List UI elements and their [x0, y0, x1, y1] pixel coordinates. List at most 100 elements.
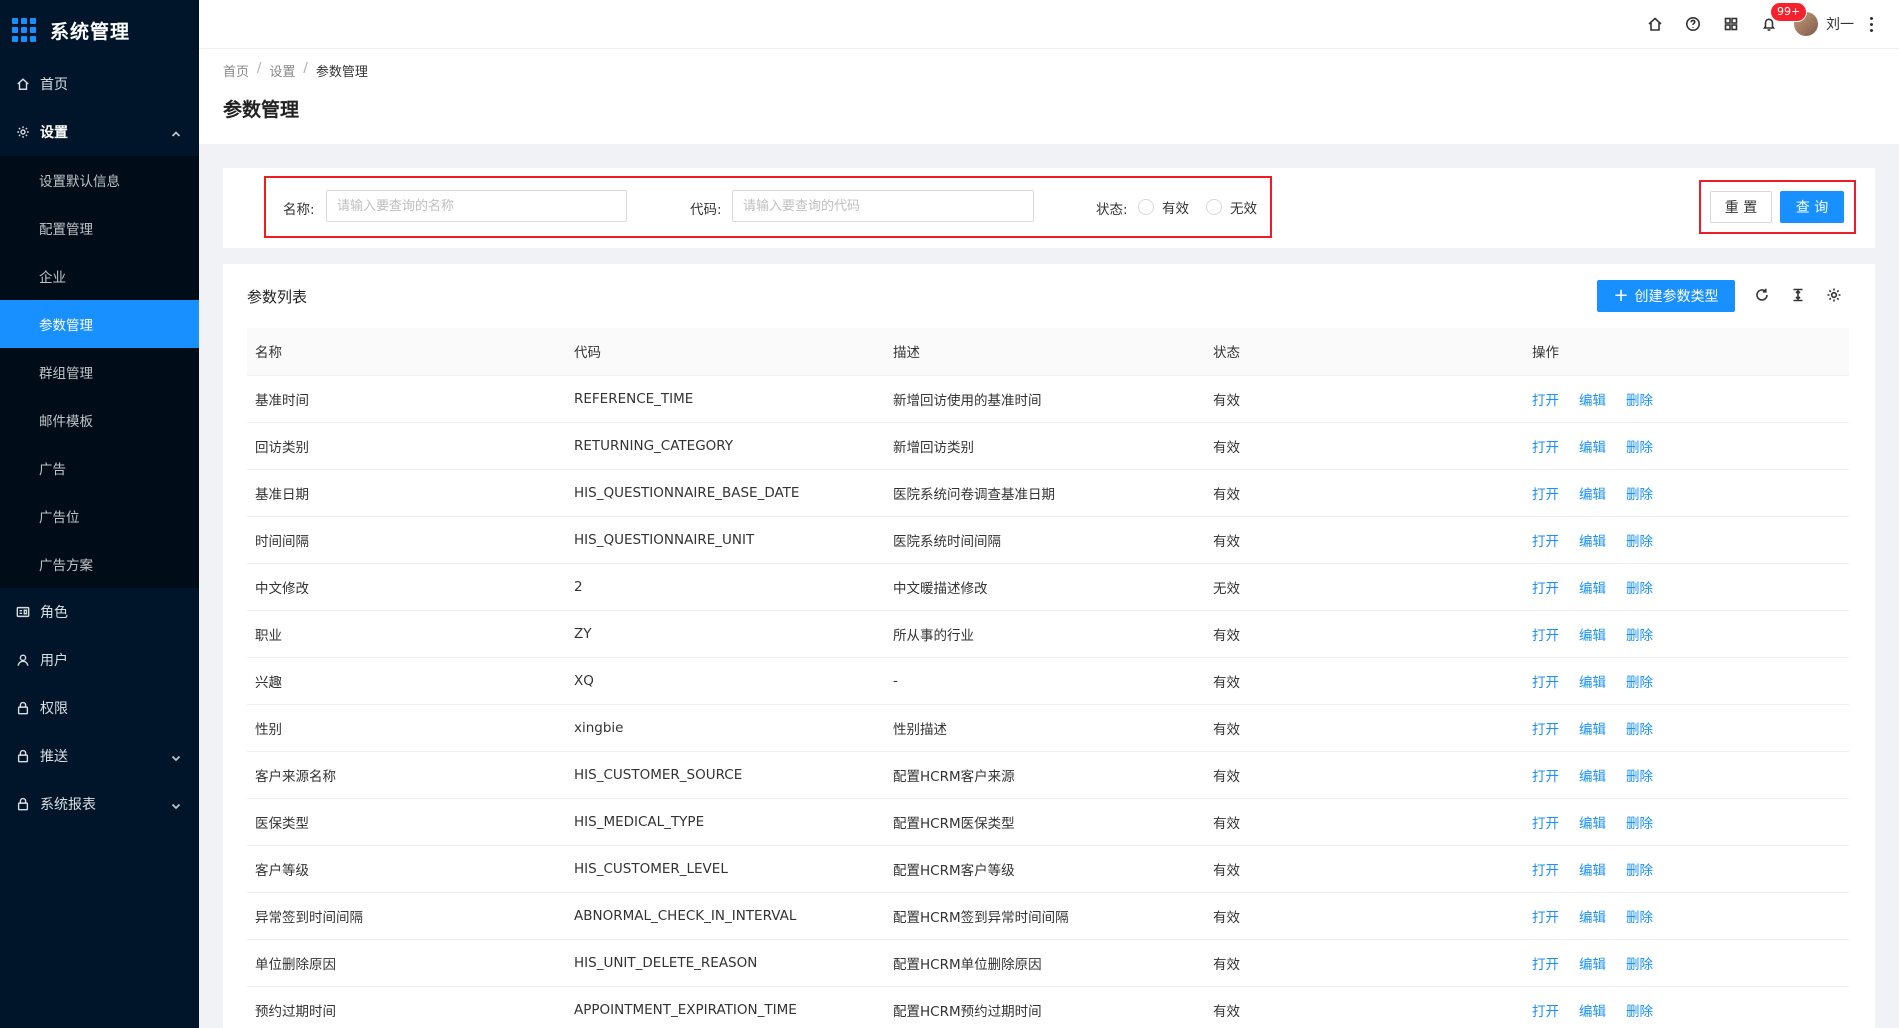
delete-link[interactable]: 删除	[1626, 769, 1653, 785]
status-radio-valid[interactable]: 有效	[1138, 197, 1189, 217]
delete-link[interactable]: 删除	[1626, 957, 1653, 973]
delete-link[interactable]: 删除	[1626, 628, 1653, 644]
sidebar-item-mail-templates[interactable]: 邮件模板	[0, 396, 199, 444]
column-height-icon[interactable]	[1787, 284, 1809, 306]
sidebar-item-label: 推送	[40, 749, 68, 765]
create-param-type-button[interactable]: + 创建参数类型	[1597, 280, 1735, 312]
delete-link[interactable]: 删除	[1626, 863, 1653, 879]
app-logo[interactable]: 系统管理	[0, 0, 199, 60]
edit-link[interactable]: 编辑	[1579, 534, 1606, 550]
open-link[interactable]: 打开	[1532, 440, 1559, 456]
sidebar-item-label: 企业	[39, 270, 66, 286]
sidebar-item-push[interactable]: 推送	[0, 732, 199, 780]
reset-button[interactable]: 重 置	[1710, 191, 1772, 223]
open-link[interactable]: 打开	[1532, 487, 1559, 503]
home-icon[interactable]	[1636, 0, 1674, 48]
open-link[interactable]: 打开	[1532, 816, 1559, 832]
cell-status: 有效	[1205, 469, 1524, 517]
sidebar: 系统管理 首页 设置 设置默认信息 配置管理 企业 参数管理 群组管理 邮件模板…	[0, 0, 199, 1028]
edit-link[interactable]: 编辑	[1579, 393, 1606, 409]
breadcrumb-current: 参数管理	[315, 65, 368, 80]
code-label: 代码:	[690, 202, 722, 218]
edit-link[interactable]: 编辑	[1579, 440, 1606, 456]
edit-link[interactable]: 编辑	[1579, 863, 1606, 879]
breadcrumb-settings[interactable]: 设置	[269, 61, 295, 80]
sidebar-item-params[interactable]: 参数管理	[0, 300, 199, 348]
sidebar-item-ad-plans[interactable]: 广告方案	[0, 540, 199, 588]
cell-name: 预约过期时间	[247, 986, 566, 1028]
radio-circle[interactable]	[1206, 199, 1222, 215]
open-link[interactable]: 打开	[1532, 628, 1559, 644]
open-link[interactable]: 打开	[1532, 957, 1559, 973]
sidebar-item-settings[interactable]: 设置	[0, 108, 199, 156]
delete-link[interactable]: 删除	[1626, 1004, 1653, 1020]
sidebar-item-home[interactable]: 首页	[0, 60, 199, 108]
open-link[interactable]: 打开	[1532, 769, 1559, 785]
edit-link[interactable]: 编辑	[1579, 487, 1606, 503]
setting-icon[interactable]	[1823, 284, 1845, 306]
edit-link[interactable]: 编辑	[1579, 581, 1606, 597]
cell-name: 医保类型	[247, 798, 566, 846]
delete-link[interactable]: 删除	[1626, 910, 1653, 926]
delete-link[interactable]: 删除	[1626, 534, 1653, 550]
sidebar-item-config[interactable]: 配置管理	[0, 204, 199, 252]
sidebar-item-reports[interactable]: 系统报表	[0, 780, 199, 828]
table-title: 参数列表	[247, 288, 308, 306]
column-header-code[interactable]: 代码	[566, 328, 885, 376]
breadcrumb-home[interactable]: 首页	[223, 61, 249, 80]
edit-link[interactable]: 编辑	[1579, 957, 1606, 973]
open-link[interactable]: 打开	[1532, 534, 1559, 550]
edit-link[interactable]: 编辑	[1579, 722, 1606, 738]
open-link[interactable]: 打开	[1532, 910, 1559, 926]
sidebar-item-enterprise[interactable]: 企业	[0, 252, 199, 300]
open-link[interactable]: 打开	[1532, 581, 1559, 597]
column-header-name[interactable]: 名称	[247, 328, 566, 376]
edit-link[interactable]: 编辑	[1579, 1004, 1606, 1020]
reload-icon[interactable]	[1751, 284, 1773, 306]
edit-link[interactable]: 编辑	[1579, 769, 1606, 785]
sidebar-item-ads[interactable]: 广告	[0, 444, 199, 492]
delete-link[interactable]: 删除	[1626, 722, 1653, 738]
cell-actions: 打开 编辑 删除	[1524, 516, 1849, 564]
chevron-down-icon	[171, 799, 181, 810]
edit-link[interactable]: 编辑	[1579, 816, 1606, 832]
edit-link[interactable]: 编辑	[1579, 628, 1606, 644]
open-link[interactable]: 打开	[1532, 1004, 1559, 1020]
column-header-status[interactable]: 状态	[1205, 328, 1524, 376]
table-body: 基准时间 REFERENCE_TIME 新增回访使用的基准时间 有效 打开 编辑 删除 回访类…	[247, 375, 1849, 1028]
open-link[interactable]: 打开	[1532, 722, 1559, 738]
sidebar-item-label: 广告	[39, 462, 66, 478]
sidebar-item-groups[interactable]: 群组管理	[0, 348, 199, 396]
bell-icon[interactable]: 99+	[1750, 0, 1808, 48]
edit-link[interactable]: 编辑	[1579, 910, 1606, 926]
sidebar-item-roles[interactable]: 角色	[0, 588, 199, 636]
open-link[interactable]: 打开	[1532, 863, 1559, 879]
more-vertical-icon[interactable]	[1870, 16, 1873, 32]
status-radio-invalid[interactable]: 无效	[1206, 197, 1257, 217]
edit-link[interactable]: 编辑	[1579, 675, 1606, 691]
radio-circle[interactable]	[1138, 199, 1154, 215]
sidebar-item-default-info[interactable]: 设置默认信息	[0, 156, 199, 204]
delete-link[interactable]: 删除	[1626, 581, 1653, 597]
open-link[interactable]: 打开	[1532, 393, 1559, 409]
column-header-desc[interactable]: 描述	[885, 328, 1205, 376]
name-search-input[interactable]	[326, 190, 627, 222]
cell-name: 基准日期	[247, 469, 566, 517]
table-row: 客户来源名称 HIS_CUSTOMER_SOURCE 配置HCRM客户来源 有效 打开 编…	[247, 751, 1849, 799]
delete-link[interactable]: 删除	[1626, 816, 1653, 832]
cell-code: ABNORMAL_CHECK_IN_INTERVAL	[566, 892, 885, 940]
code-search-input[interactable]	[732, 190, 1034, 222]
sidebar-item-permissions[interactable]: 权限	[0, 684, 199, 732]
delete-link[interactable]: 删除	[1626, 393, 1653, 409]
apps-icon[interactable]	[1712, 0, 1750, 48]
delete-link[interactable]: 删除	[1626, 487, 1653, 503]
open-link[interactable]: 打开	[1532, 675, 1559, 691]
cell-actions: 打开 编辑 删除	[1524, 892, 1849, 940]
sidebar-item-users[interactable]: 用户	[0, 636, 199, 684]
delete-link[interactable]: 删除	[1626, 440, 1653, 456]
app-title: 系统管理	[50, 20, 131, 43]
delete-link[interactable]: 删除	[1626, 675, 1653, 691]
help-icon[interactable]	[1674, 0, 1712, 48]
sidebar-item-ad-slots[interactable]: 广告位	[0, 492, 199, 540]
query-button[interactable]: 查 询	[1780, 191, 1844, 223]
